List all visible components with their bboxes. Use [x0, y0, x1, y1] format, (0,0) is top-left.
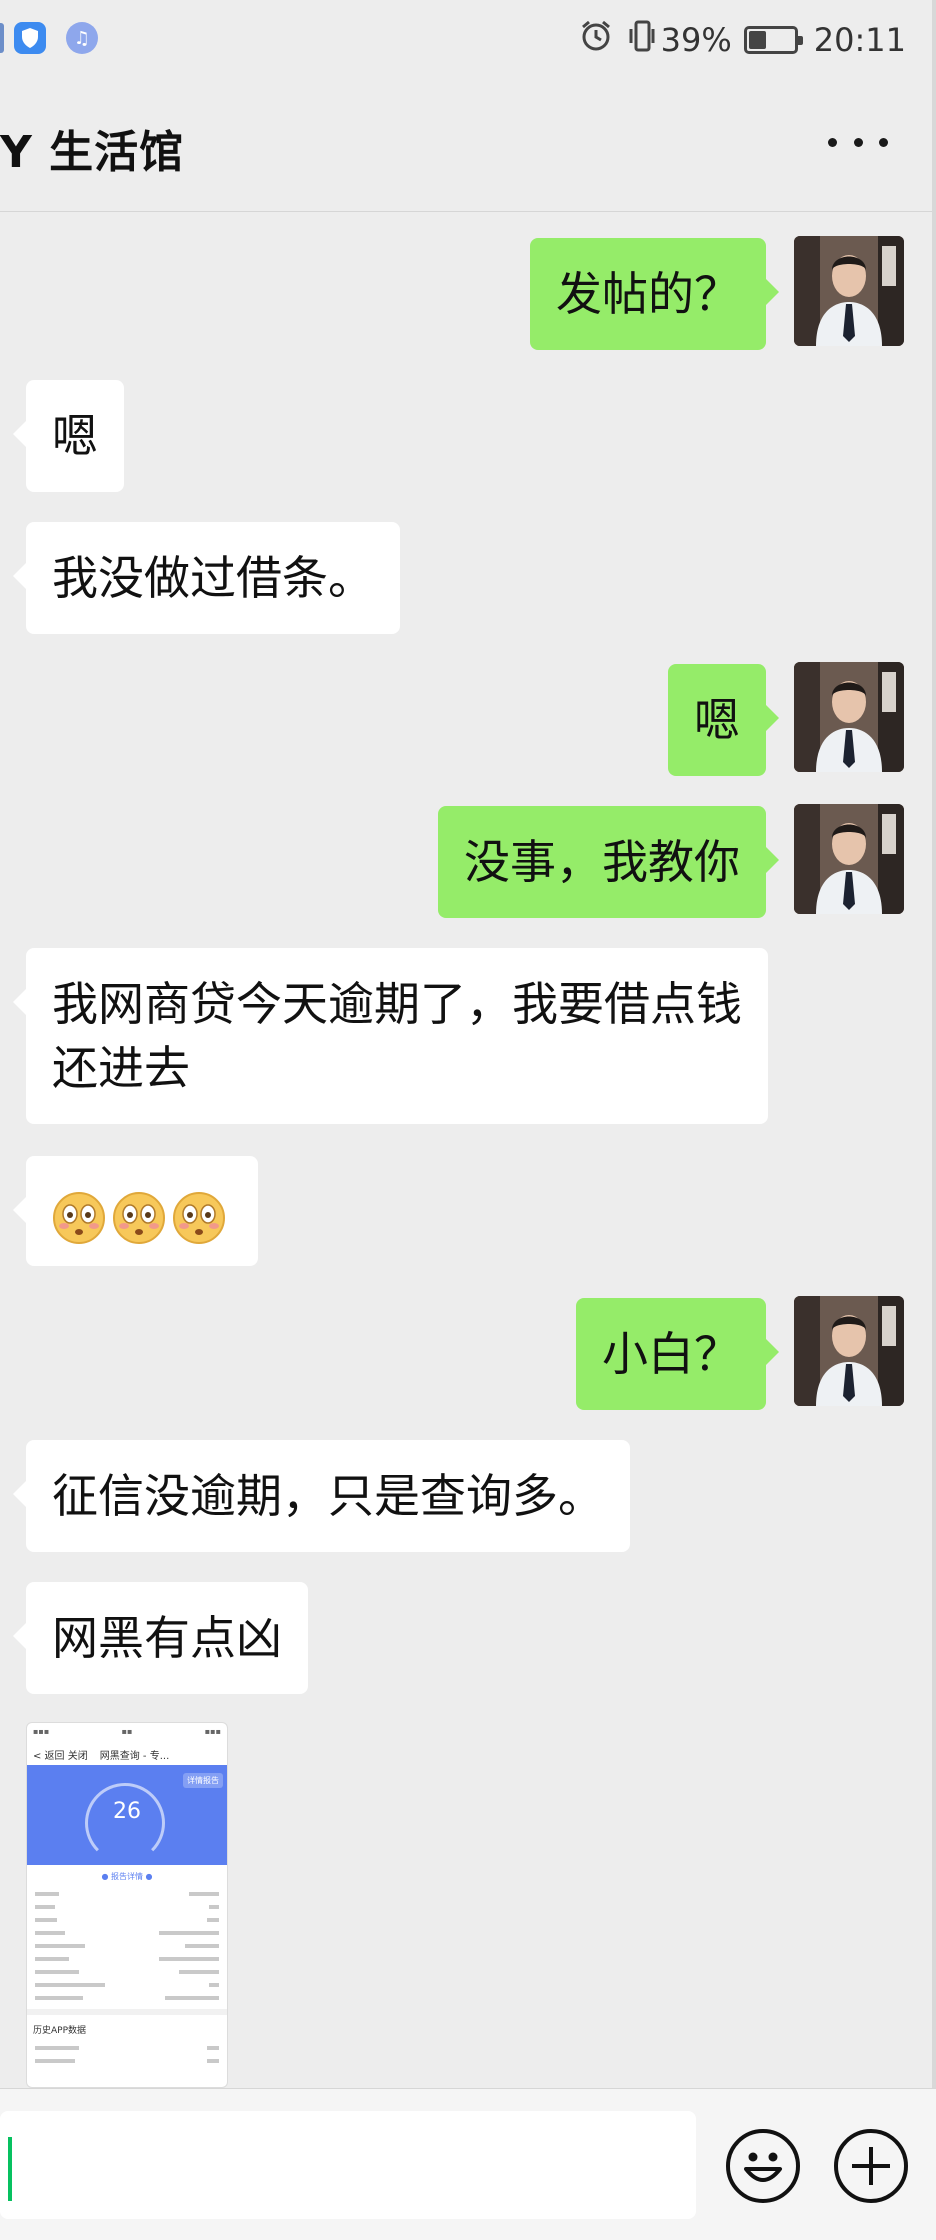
thumbnail-nav-back: < 返回 关闭: [33, 1751, 88, 1762]
message-bubble-outgoing[interactable]: 嗯: [668, 664, 779, 776]
flushed-face-icon: [113, 1191, 165, 1244]
more-dots-icon: [828, 137, 837, 147]
battery-percent: 39%: [660, 21, 732, 59]
avatar[interactable]: [794, 1296, 904, 1406]
clock: 20:11: [813, 21, 906, 59]
message-bubble-outgoing[interactable]: 发帖的？: [530, 238, 779, 350]
input-bar: [0, 2088, 936, 2240]
plus-circle-icon: [852, 2147, 890, 2185]
avatar[interactable]: [794, 804, 904, 914]
chat-header: Y 生活馆: [0, 80, 936, 212]
emoji-face-icon: [744, 2152, 782, 2182]
thumbnail-tag: 详情报告: [183, 1773, 223, 1788]
thumbnail-nav-title: 网黑查询 - 专...: [99, 1751, 170, 1762]
thumbnail-score-banner: 详情报告 26: [27, 1765, 227, 1865]
status-bar: ♫ 39% 20:11: [0, 0, 936, 80]
more-button[interactable]: [828, 120, 888, 164]
emoji-button[interactable]: [726, 2129, 800, 2203]
more-dots-icon: [879, 137, 888, 147]
chat-title: Y 生活馆: [0, 127, 185, 178]
thumbnail-section-title: ● 报告详情 ●: [101, 1872, 153, 1881]
thumbnail-score: 26: [113, 1799, 141, 1824]
vibrate-icon: [627, 19, 657, 61]
battery-icon: [743, 26, 803, 54]
plus-button[interactable]: [834, 2129, 908, 2203]
thumbnail-status-bar: ▪▪▪ ▪▪ ▪▪▪: [33, 1727, 221, 1736]
flushed-face-icon: [173, 1191, 225, 1244]
message-bubble-incoming[interactable]: 征信没逾期，只是查询多。: [13, 1440, 630, 1552]
battery-fill: [748, 31, 766, 49]
avatar[interactable]: [794, 236, 904, 346]
message-input[interactable]: [0, 2111, 696, 2219]
shield-app-icon: [14, 22, 46, 54]
alarm-icon: [579, 19, 613, 61]
message-bubble-incoming[interactable]: 我没做过借条。: [13, 522, 400, 634]
text-caret: [8, 2137, 12, 2201]
message-bubble-outgoing[interactable]: 小白？: [576, 1298, 779, 1410]
scroll-edge: [932, 0, 936, 2240]
more-dots-icon: [853, 137, 863, 147]
status-bar-indicators: 39% 20:11: [579, 16, 906, 64]
message-bubble-outgoing[interactable]: 没事，我教你: [438, 806, 779, 918]
message-bubble-incoming-emoji[interactable]: [13, 1156, 258, 1266]
music-app-icon: ♫: [66, 22, 98, 54]
notification-edge: [0, 23, 4, 53]
image-message[interactable]: ▪▪▪ ▪▪ ▪▪▪ < 返回 关闭 网黑查询 - 专... 详情报告 26 ● 报…: [26, 1722, 228, 2088]
message-bubble-incoming[interactable]: 网黑有点凶: [13, 1582, 308, 1694]
thumbnail-subsection: 历史APP数据: [27, 2009, 227, 2040]
status-bar-app-icons: ♫: [0, 22, 98, 54]
thumbnail-detail-rows: [27, 1889, 227, 2003]
message-bubble-incoming[interactable]: 嗯: [13, 380, 124, 492]
avatar[interactable]: [794, 662, 904, 772]
flushed-face-icon: [53, 1191, 105, 1244]
thumbnail-nav: < 返回 关闭 网黑查询 - 专...: [27, 1743, 227, 1765]
message-bubble-incoming[interactable]: 我网商贷今天逾期了，我要借点钱还进去: [13, 948, 768, 1124]
